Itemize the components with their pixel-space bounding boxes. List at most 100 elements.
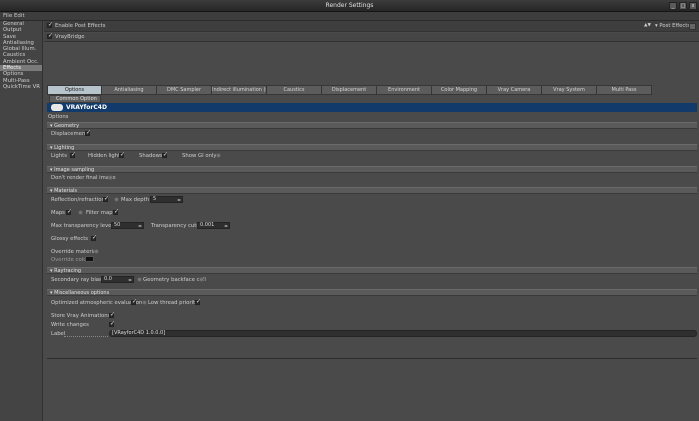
hidden-lights-checkbox[interactable] [119,151,125,158]
label-leader-dots [64,336,108,337]
bottom-divider [47,358,697,359]
low-thread-priority-toggle[interactable] [142,300,147,305]
show-gi-only-toggle[interactable] [216,153,221,158]
tab-bar: Options Antialiasing DMC Sampler Indirect i… [47,85,652,95]
tab-item[interactable]: Multi Pass [597,85,652,95]
close-button[interactable]: x [689,2,697,10]
section-lighting-header[interactable]: ▾ Lighting [47,144,697,151]
write-changes-checkbox[interactable] [109,320,115,327]
backface-cull-status[interactable] [199,277,204,282]
dont-render-final-toggle[interactable] [108,175,113,180]
displacement-checkbox[interactable] [85,129,91,136]
vraybridge-row[interactable]: VrayBridge [44,32,699,42]
hidden-lights-label: Hidden lights [88,153,123,159]
tab-item[interactable]: Vray System [542,85,597,95]
tab-item[interactable]: Displacement [322,85,377,95]
tab-item[interactable]: Caustics [267,85,322,95]
post-effects-arrows-icon[interactable]: ▲▼ [644,23,651,28]
backface-cull-toggle[interactable] [137,277,142,282]
tab-item[interactable]: Options [47,85,102,95]
filter-maps-checkbox[interactable] [113,208,119,215]
maps-checkbox[interactable] [66,208,72,215]
vray-banner: VRAYforC4D [47,103,697,112]
sidebar: General Output Save Antialiasing Global Illu… [0,21,43,421]
transparency-cutoff-value: 0.001 [200,222,215,228]
tab-item[interactable]: Indirect illumination (GI) [212,85,267,95]
max-depth-field[interactable]: 5 ◂▸ [150,196,183,203]
maps-label: Maps [51,210,65,216]
low-thread-priority-label: Low thread priority [148,300,199,306]
max-transparency-value: 50 [114,222,121,228]
section-materials-title: Materials [54,188,78,194]
banner-text: VRAYforC4D [66,104,107,111]
transparency-cutoff-label: Transparency cutoff [151,223,204,229]
section-geometry-header[interactable]: ▾ Geometry [47,122,697,129]
window-controls: _ □ x [669,2,697,10]
section-misc-header[interactable]: ▾ Miscellaneous options [47,289,697,296]
sidebar-item[interactable]: QuickTime VR [0,84,42,90]
vraybridge-label: VrayBridge [55,34,85,40]
tab-item[interactable]: Vray Camera [487,85,542,95]
lights-checkbox[interactable] [70,151,76,158]
menubar: File Edit [0,12,699,21]
override-color-label: Override color [51,257,89,263]
minimize-button[interactable]: _ [669,2,677,10]
vray-logo-icon [51,104,63,111]
post-effects-menu[interactable]: ▾ Post Effects [655,23,690,29]
section-raytracing-header[interactable]: ▾ Raytracing [47,267,697,274]
filter-maps-toggle[interactable] [78,210,83,215]
override-color-swatch[interactable] [85,256,94,262]
glossy-effects-checkbox[interactable] [91,234,97,241]
section-geometry-title: Geometry [54,123,80,129]
override-material-label: Override material [51,249,98,255]
enable-post-effects-checkbox[interactable] [47,21,53,28]
lights-label: Lights [51,153,67,159]
max-transparency-label: Max transparency levels [51,223,116,229]
show-gi-only-label: Show GI only [182,153,217,159]
shadows-checkbox[interactable] [162,151,168,158]
tab-item[interactable]: DMC Sampler [157,85,212,95]
reflection-refraction-label: Reflection/refraction [51,197,105,203]
stepper-arrows-icon[interactable]: ◂▸ [128,277,132,282]
window-titlebar: Render Settings _ □ x [0,0,699,12]
enable-post-effects-label: Enable Post Effects [55,23,106,29]
options-title: Options [48,114,69,120]
section-raytracing-title: Raytracing [54,268,82,274]
max-depth-value: 5 [153,196,157,202]
glossy-effects-label: Glossy effects [51,236,89,242]
maximize-button[interactable]: □ [679,2,687,10]
tab-item[interactable]: Antialiasing [102,85,157,95]
section-materials-header[interactable]: ▾ Materials [47,187,697,194]
enable-post-effects-row: Enable Post Effects ▲▼ ▾ Post Effects [44,21,699,32]
geometry-backface-cull-label: Geometry backface cull [143,277,206,283]
optimized-atmospheric-checkbox[interactable] [131,298,137,305]
menu-file-edit[interactable]: File Edit [3,13,25,19]
secondary-ray-bias-field[interactable]: 0.0 ◂▸ [101,276,134,283]
label-input-value: [VRayforC4D 1.0.0.0] [112,330,166,336]
max-transparency-field[interactable]: 50 ◂▸ [111,222,144,229]
post-effects-label: Post Effects [659,23,691,29]
filter-maps-label: Filter maps [86,210,116,216]
max-depth-label: Max depth [121,197,150,203]
tab-item[interactable]: Environment [377,85,432,95]
override-material-toggle[interactable] [94,249,99,254]
secondary-ray-bias-value: 0.0 [104,276,112,282]
max-depth-toggle[interactable] [114,197,119,202]
label-input[interactable]: [VRayforC4D 1.0.0.0] [109,330,697,337]
stepper-arrows-icon[interactable]: ◂▸ [177,197,181,202]
low-thread-priority-checkbox[interactable] [195,298,201,305]
store-vray-animations-checkbox[interactable] [109,311,115,318]
write-changes-label: Write changes [51,322,89,328]
transparency-cutoff-field[interactable]: 0.001 ◂▸ [197,222,230,229]
section-image-sampling-header[interactable]: ▾ Image sampling [47,166,697,173]
stepper-arrows-icon[interactable]: ◂▸ [224,223,228,228]
window-title: Render Settings [325,2,374,9]
panel-menu-button[interactable] [689,23,696,30]
subtab-common-option[interactable]: Common Option [49,95,101,103]
section-misc-title: Miscellaneous options [54,290,110,296]
stepper-arrows-icon[interactable]: ◂▸ [138,223,142,228]
vraybridge-checkbox[interactable] [47,32,53,39]
sidebar-list: General Output Save Antialiasing Global Illu… [0,21,42,90]
tab-item[interactable]: Color Mapping [432,85,487,95]
reflection-refraction-checkbox[interactable] [103,195,109,202]
